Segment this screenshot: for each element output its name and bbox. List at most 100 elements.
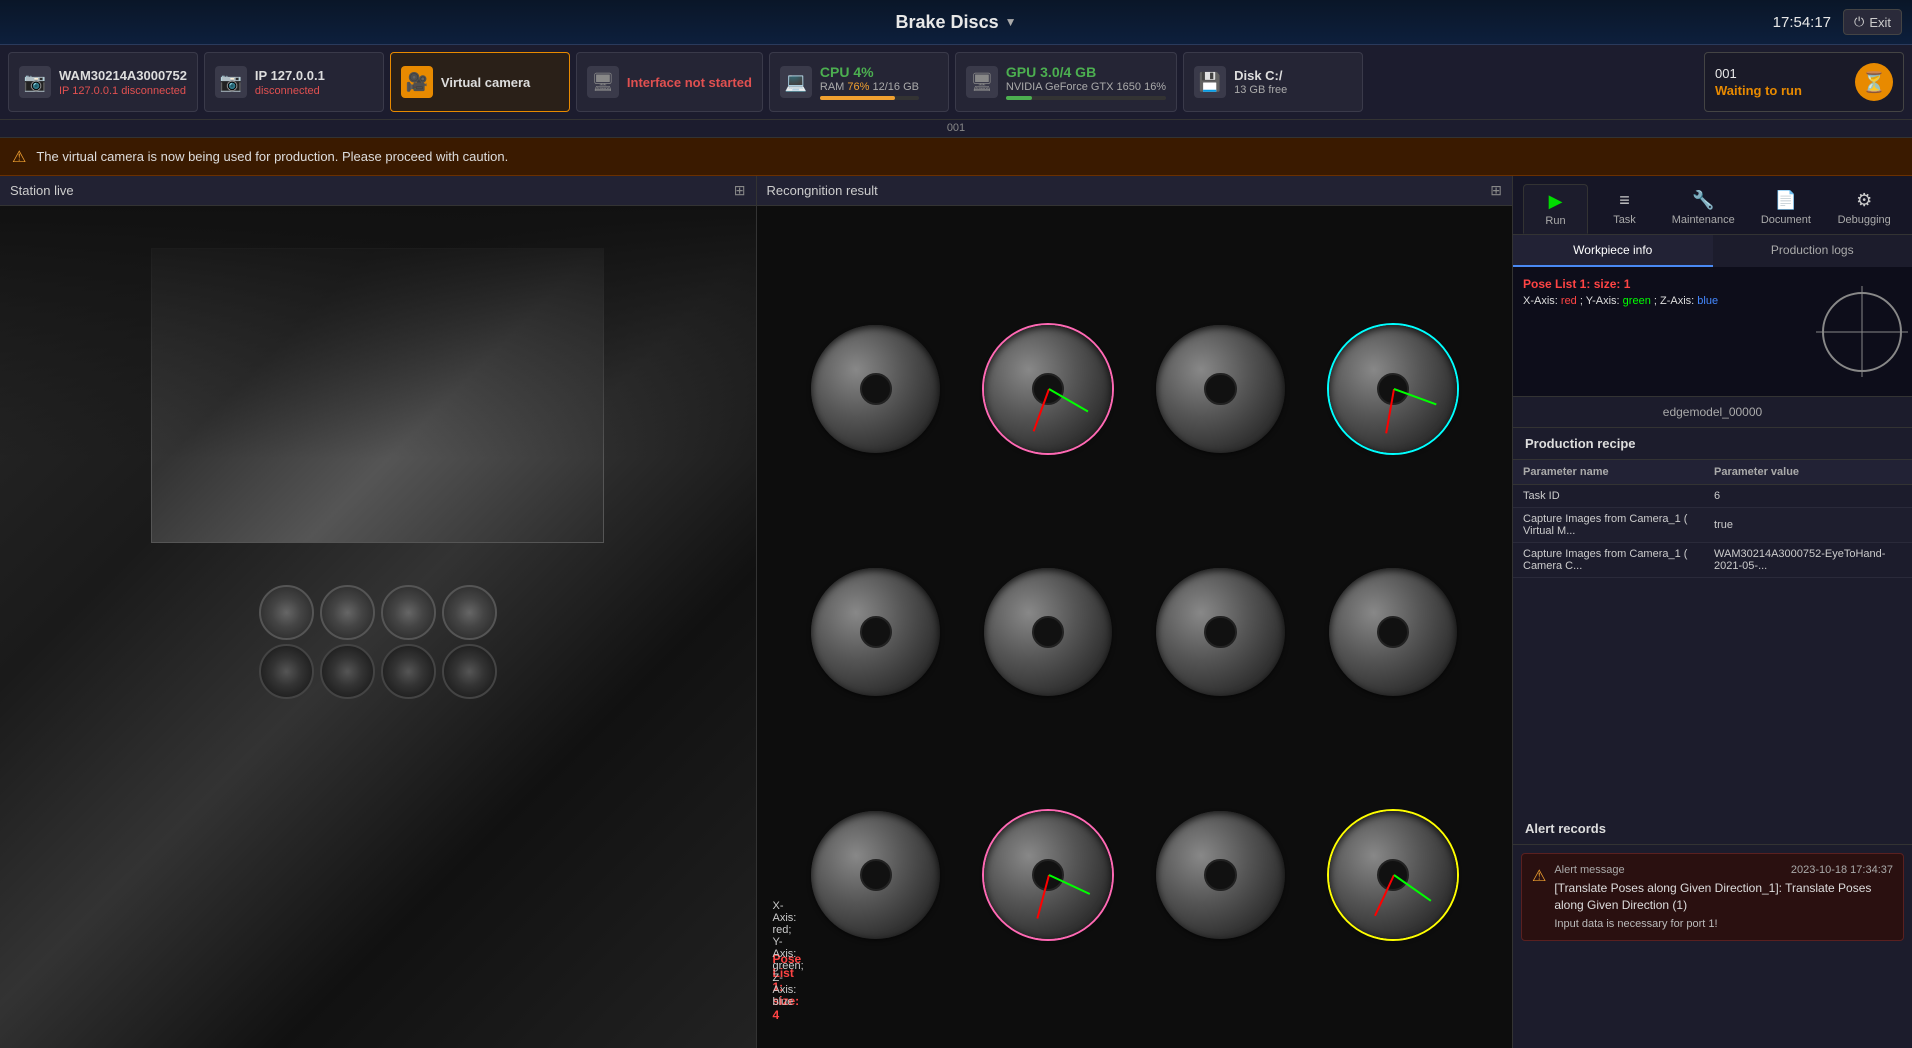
- debugging-icon: ⚙: [1856, 190, 1872, 211]
- disc-highlighted-cyan: [1329, 325, 1457, 453]
- time-display: 17:54:17: [1773, 14, 1831, 31]
- virtual-camera-card[interactable]: 🎥 Virtual camera: [390, 52, 570, 112]
- model-name-text: edgemodel_00000: [1663, 405, 1762, 419]
- disc-cell: [1313, 273, 1473, 504]
- alert-records-section: Alert records ⚠ Alert message 2023-10-18…: [1513, 813, 1912, 1048]
- recipe-col-name: Parameter name: [1513, 460, 1704, 485]
- tab-maintenance[interactable]: 🔧 Maintenance: [1661, 184, 1745, 234]
- gpu-name: NVIDIA GeForce GTX 1650 16%: [1006, 81, 1166, 93]
- recognition-expand[interactable]: ⊞: [1490, 182, 1502, 199]
- status-bar: 📷 WAM30214A3000752 IP 127.0.0.1 disconne…: [0, 45, 1912, 120]
- disc-highlighted-yellow: [1329, 811, 1457, 939]
- interface-card[interactable]: 🖥 Interface not started: [576, 52, 763, 112]
- z-axis-sep: ; Z-Axis:: [1654, 295, 1697, 307]
- disc: [1329, 568, 1457, 696]
- title-text: Brake Discs: [896, 12, 999, 33]
- disc-highlighted: [984, 325, 1112, 453]
- alert-records-title: Alert records: [1513, 813, 1912, 845]
- recipe-spacer: [1513, 578, 1912, 813]
- camera2-icon: 📷: [215, 66, 247, 98]
- alert-msg-label: Alert message: [1554, 864, 1624, 876]
- subtab-production[interactable]: Production logs: [1713, 235, 1912, 267]
- alert-record-card: ⚠ Alert message 2023-10-18 17:34:37 [Tra…: [1521, 853, 1904, 941]
- disc-cell: [1140, 760, 1300, 991]
- x-axis-label: X-Axis:: [1523, 295, 1561, 307]
- station-live-expand[interactable]: ⊞: [734, 182, 746, 199]
- pose-viz: Pose List 1: size: 1 X-Axis: red ; Y-Axi…: [1513, 267, 1912, 397]
- recipe-section: Production recipe Parameter name Paramet…: [1513, 428, 1912, 578]
- disc-grid: [775, 253, 1493, 1011]
- recipe-param-capture1: Capture Images from Camera_1 ( Virtual M…: [1513, 508, 1704, 543]
- exit-button[interactable]: ⏻ Exit: [1843, 9, 1902, 35]
- axis-label-bottom: X-Axis: red; Y-Axis: green; Z-Axis: blue: [773, 900, 804, 1008]
- recognition-scene: Pose List 1: size: 4 X-Axis: red; Y-Axis…: [757, 206, 1513, 1048]
- camera2-card[interactable]: 📷 IP 127.0.0.1 disconnected: [204, 52, 384, 112]
- disc: [984, 568, 1112, 696]
- waiting-num: 001: [1715, 66, 1802, 81]
- pose-text: Pose List 1: size: 1 X-Axis: red ; Y-Axi…: [1523, 277, 1718, 307]
- disk-info: Disk C:/ 13 GB free: [1234, 68, 1287, 96]
- subtab-workpiece[interactable]: Workpiece info: [1513, 235, 1713, 267]
- recipe-row-taskid: Task ID 6: [1513, 485, 1912, 508]
- task-icon: ≡: [1619, 190, 1630, 211]
- gpu-info: GPU 3.0/4 GB NVIDIA GeForce GTX 1650 16%: [1006, 64, 1166, 100]
- station-live-image: [0, 206, 756, 1048]
- maintenance-icon: 🔧: [1692, 190, 1714, 211]
- exit-label: Exit: [1869, 15, 1891, 30]
- document-icon: 📄: [1775, 190, 1797, 211]
- camera1-icon: 📷: [19, 66, 51, 98]
- camera1-card[interactable]: 📷 WAM30214A3000752 IP 127.0.0.1 disconne…: [8, 52, 198, 112]
- camera2-status: disconnected: [255, 85, 325, 97]
- interface-status: Interface not started: [627, 75, 752, 90]
- top-bar: Brake Discs ▼ 17:54:17 ⏻ Exit: [0, 0, 1912, 45]
- alert-record-detail: Input data is necessary for port 1!: [1554, 918, 1893, 930]
- tab-debugging[interactable]: ⚙ Debugging: [1826, 184, 1902, 234]
- alert-record-body: Alert message 2023-10-18 17:34:37 [Trans…: [1554, 864, 1893, 930]
- main-content: Station live ⊞: [0, 176, 1912, 1048]
- title-dropdown-icon[interactable]: ▼: [1005, 15, 1017, 29]
- cpu-card: 💻 CPU 4% RAM 76% 12/16 GB: [769, 52, 949, 112]
- disc-cell: [968, 273, 1128, 504]
- pose-list-label: Pose List 1: size: 1: [1523, 277, 1718, 291]
- tab-task[interactable]: ≡ Task: [1592, 184, 1657, 234]
- station-live-header: Station live ⊞: [0, 176, 756, 206]
- disc: [1156, 811, 1284, 939]
- panels-row: Station live ⊞: [0, 176, 1512, 1048]
- tab-document[interactable]: 📄 Document: [1749, 184, 1822, 234]
- disc: [811, 811, 939, 939]
- cpu-icon: 💻: [780, 66, 812, 98]
- disc-cell: [795, 760, 955, 991]
- model-name: edgemodel_00000: [1513, 397, 1912, 428]
- tab-run[interactable]: ▶ Run: [1523, 184, 1588, 234]
- recipe-param-taskid: Task ID: [1513, 485, 1704, 508]
- waiting-card[interactable]: 001 Waiting to run ⏳: [1704, 52, 1904, 112]
- sub-tabs: Workpiece info Production logs: [1513, 235, 1912, 267]
- recognition-panel: Recongnition result ⊞: [757, 176, 1513, 1048]
- recognition-header: Recongnition result ⊞: [757, 176, 1513, 206]
- workpiece-info-label: Workpiece info: [1573, 243, 1652, 257]
- right-panel: ▶ Run ≡ Task 🔧 Maintenance 📄 Document ⚙ …: [1512, 176, 1912, 1048]
- debugging-label: Debugging: [1838, 214, 1891, 226]
- alert-bar: ⚠ The virtual camera is now being used f…: [0, 138, 1912, 176]
- alert-record-header: Alert message 2023-10-18 17:34:37: [1554, 864, 1893, 876]
- z-axis-blue: blue: [1697, 295, 1718, 307]
- cpu-info: CPU 4% RAM 76% 12/16 GB: [820, 64, 919, 100]
- recipe-table: Parameter name Parameter value Task ID 6…: [1513, 460, 1912, 578]
- app-title: Brake Discs ▼: [896, 12, 1017, 33]
- cpu-percent: CPU 4%: [820, 64, 919, 80]
- disc-cell: [968, 760, 1128, 991]
- recipe-row-capture2: Capture Images from Camera_1 ( Camera C.…: [1513, 543, 1912, 578]
- disc: [811, 568, 939, 696]
- alert-record-time: 2023-10-18 17:34:37: [1791, 864, 1893, 876]
- maintenance-label: Maintenance: [1672, 214, 1735, 226]
- recipe-value-taskid: 6: [1704, 485, 1912, 508]
- camera1-sub: IP 127.0.0.1 disconnected: [59, 85, 187, 97]
- run-label: Run: [1545, 215, 1565, 227]
- virtual-camera-title: Virtual camera: [441, 75, 530, 90]
- recipe-value-capture1: true: [1704, 508, 1912, 543]
- gpu-usage: GPU 3.0/4 GB: [1006, 64, 1166, 80]
- disc-cell: [1140, 516, 1300, 747]
- left-panels: Station live ⊞: [0, 176, 1512, 1048]
- power-icon: ⏻: [1854, 14, 1864, 30]
- station-live-title: Station live: [10, 183, 74, 198]
